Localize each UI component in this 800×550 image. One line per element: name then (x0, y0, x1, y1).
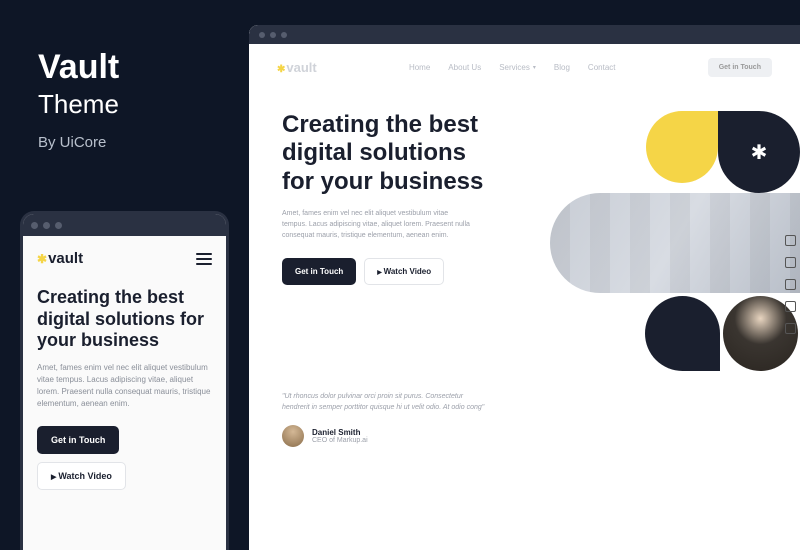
side-toolbar (785, 235, 796, 334)
tool-icon-4[interactable] (785, 301, 796, 312)
nav-cta-button[interactable]: Get in Touch (708, 58, 772, 77)
hero-headline: Creating the best digital solutions for … (282, 111, 497, 196)
testimonial: "Ut rhoncus dolor pulvinar orci proin si… (249, 381, 519, 447)
desktop-logo[interactable]: vault (277, 60, 317, 75)
mobile-get-in-touch-button[interactable]: Get in Touch (37, 426, 119, 454)
get-in-touch-button[interactable]: Get in Touch (282, 258, 356, 285)
promo-subtitle: Theme (38, 89, 119, 120)
mobile-titlebar (23, 214, 226, 236)
mobile-logo[interactable]: vault (37, 250, 83, 267)
desktop-nav: vault Home About Us Services▾ Blog Conta… (249, 44, 800, 91)
tool-icon-5[interactable] (785, 323, 796, 334)
testimonial-quote: "Ut rhoncus dolor pulvinar orci proin si… (282, 391, 486, 413)
hamburger-icon[interactable] (196, 253, 212, 265)
tool-icon-3[interactable] (785, 279, 796, 290)
author-avatar (282, 425, 304, 447)
yellow-leaf-shape (646, 111, 718, 183)
nav-about[interactable]: About Us (448, 63, 481, 72)
mobile-headline: Creating the best digital solutions for … (37, 287, 212, 352)
author-title: CEO of Markup.ai (312, 437, 368, 444)
desktop-preview: vault Home About Us Services▾ Blog Conta… (249, 25, 800, 550)
mobile-preview: vault Creating the best digital solution… (20, 211, 229, 550)
hero-graphic: ✱ (507, 111, 800, 361)
nav-home[interactable]: Home (409, 63, 430, 72)
mobile-body-text: Amet, fames enim vel nec elit aliquet ve… (37, 362, 212, 410)
dark-leaf-shape-2 (645, 296, 720, 371)
promo-title: Vault (38, 48, 119, 87)
nav-contact[interactable]: Contact (588, 63, 616, 72)
watch-video-button[interactable]: Watch Video (364, 258, 444, 285)
promo-block: Vault Theme By UiCore (38, 48, 119, 151)
desktop-titlebar (249, 25, 800, 44)
chevron-down-icon: ▾ (533, 64, 536, 71)
dark-leaf-shape: ✱ (718, 111, 800, 193)
tool-icon-2[interactable] (785, 257, 796, 268)
promo-byline: By UiCore (38, 134, 119, 151)
hero-body-text: Amet, fames enim vel nec elit aliquet ve… (282, 208, 472, 242)
tool-icon-1[interactable] (785, 235, 796, 246)
team-photo (550, 193, 800, 293)
nav-services[interactable]: Services▾ (499, 63, 536, 72)
nav-blog[interactable]: Blog (554, 63, 570, 72)
author-name: Daniel Smith (312, 428, 368, 437)
mobile-watch-video-button[interactable]: Watch Video (37, 462, 126, 490)
